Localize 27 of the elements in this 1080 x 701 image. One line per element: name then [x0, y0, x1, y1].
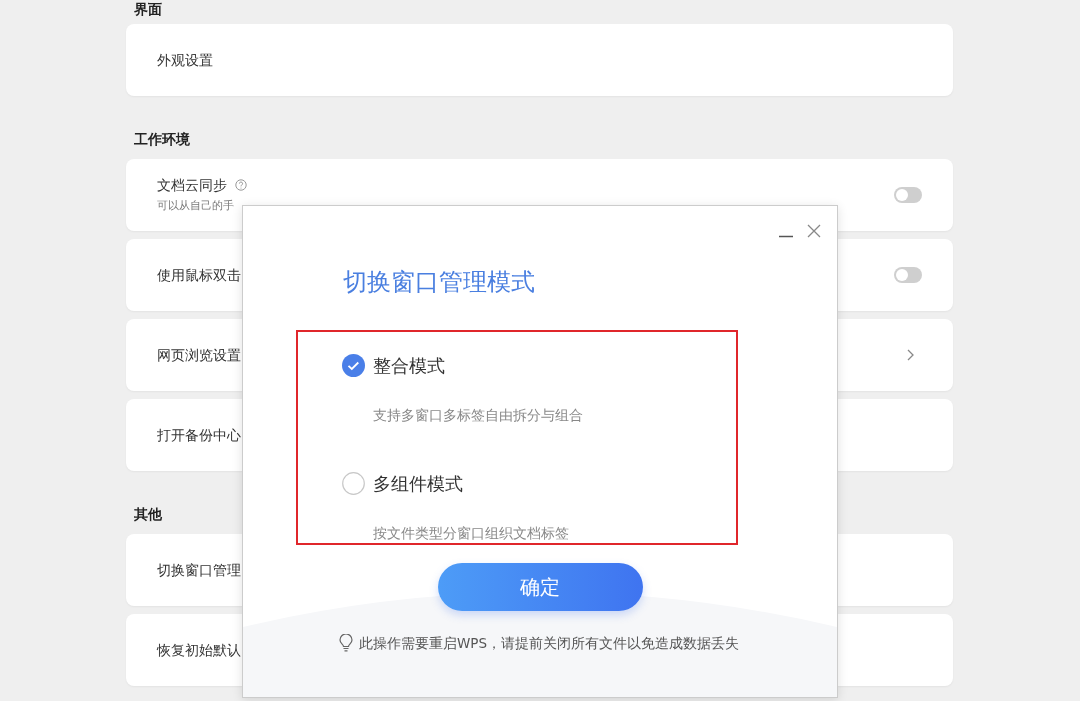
- lightbulb-icon: [339, 633, 353, 652]
- dialog-title: 切换窗口管理模式: [343, 268, 536, 297]
- setting-label: 文档云同步: [157, 176, 227, 196]
- confirm-button[interactable]: 确定: [437, 562, 643, 611]
- option-label: 多组件模式: [373, 471, 463, 496]
- chevron-right-icon[interactable]: [907, 349, 914, 361]
- section-heading: 工作环境: [134, 129, 190, 149]
- setting-label: 外观设置: [157, 50, 213, 70]
- radio-button[interactable]: [342, 471, 365, 495]
- section-heading: 其他: [134, 504, 162, 524]
- option-label: 整合模式: [373, 353, 445, 378]
- close-icon[interactable]: [807, 224, 821, 238]
- setting-label: 网页浏览设置: [157, 345, 241, 365]
- setting-label: 切换窗口管理: [157, 560, 241, 580]
- section-heading: 界面: [134, 0, 162, 19]
- setting-label: 打开备份中心: [157, 425, 241, 445]
- settings-card[interactable]: 外观设置: [126, 24, 953, 96]
- option-description: 支持多窗口多标签自由拆分与组合: [373, 405, 584, 425]
- setting-label: 恢复初始默认: [157, 640, 241, 660]
- radio-checked-icon[interactable]: [342, 353, 365, 377]
- hint-text: 此操作需要重启WPS，请提前关闭所有文件以免造成数据丢失: [359, 633, 740, 653]
- setting-label: 使用鼠标双击: [157, 265, 241, 285]
- toggle-switch[interactable]: [894, 267, 922, 283]
- option-description: 按文件类型分窗口组织文档标签: [373, 523, 570, 543]
- toggle-switch[interactable]: [894, 187, 922, 203]
- setting-description: 可以从自己的手: [157, 198, 235, 215]
- help-icon[interactable]: [235, 179, 247, 192]
